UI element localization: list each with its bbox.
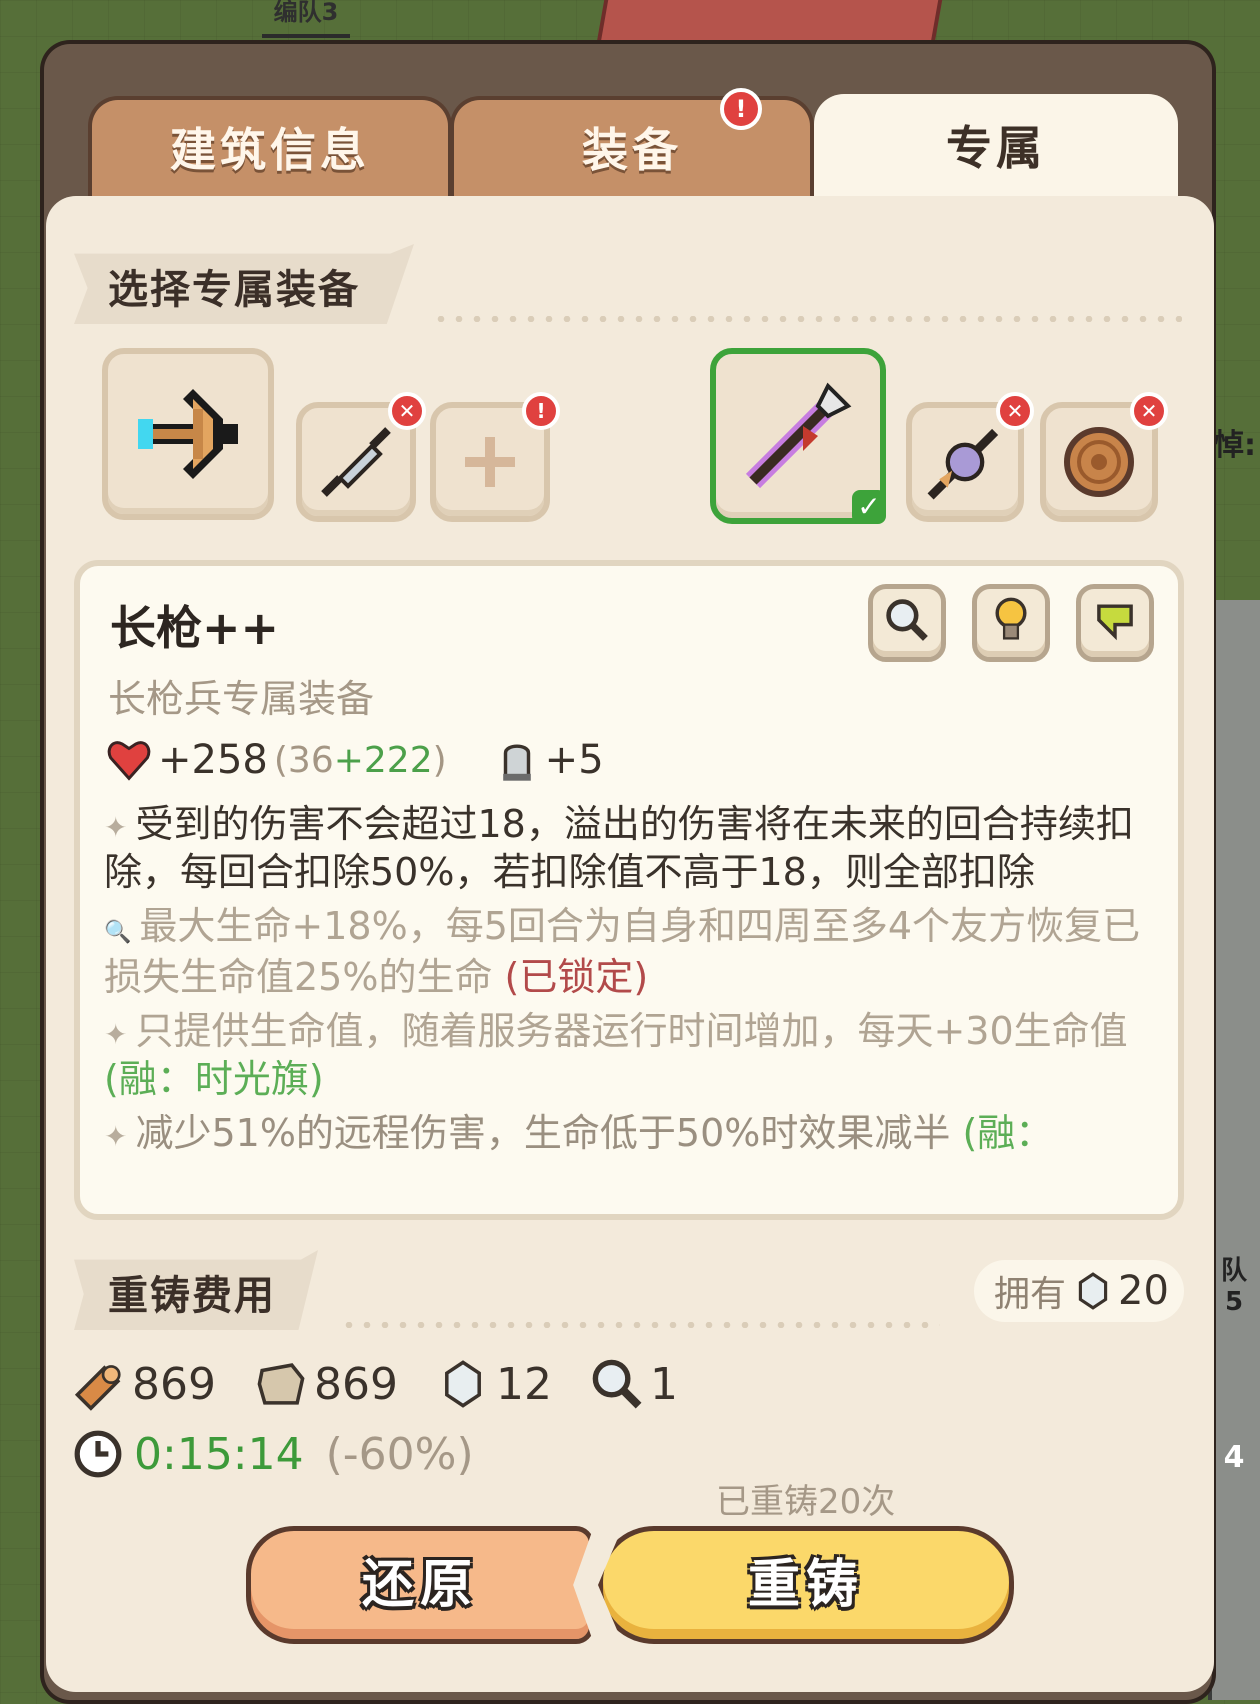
- hint-button[interactable]: [972, 584, 1050, 662]
- cost-gem: 12: [436, 1357, 552, 1411]
- remove-icon[interactable]: ✕: [1130, 392, 1168, 430]
- recast-button[interactable]: 重铸: [598, 1526, 1014, 1644]
- flag-spear-icon: [927, 428, 999, 500]
- effect-item-fused: ✦ 减少51%的远程伤害，生命低于50%时效果减半 (融：: [104, 1111, 1054, 1155]
- cost-row: 869 869 12 1: [72, 1354, 716, 1414]
- effect-item-locked: 🔍 最大生命+18%，每5回合为自身和四周至多4个友方恢复已损失生命值25%的生命…: [104, 904, 1141, 999]
- armor-bonus: +5: [544, 737, 604, 783]
- armor-icon: [502, 744, 531, 781]
- gem-icon: [1078, 1272, 1108, 1310]
- feather-spear-icon: [321, 427, 391, 497]
- team-tag: 编队3: [262, 0, 350, 38]
- clock-icon: [74, 1430, 122, 1478]
- hp-bonus: +258: [158, 737, 268, 783]
- map-digit: 4: [1223, 1440, 1245, 1475]
- own-value: 20: [1118, 1268, 1169, 1314]
- time-discount: (-60%): [325, 1428, 474, 1480]
- round-shield-icon: [1064, 427, 1134, 497]
- swap-button[interactable]: [1076, 584, 1154, 662]
- remove-icon[interactable]: ✕: [996, 392, 1034, 430]
- magnifier-icon: [592, 1359, 642, 1409]
- alert-icon: !: [720, 88, 762, 130]
- magnifier-icon: 🔍: [104, 920, 132, 945]
- item-subtitle: 长枪兵专属装备: [108, 677, 375, 721]
- effect-list: ✦ 受到的伤害不会超过18，溢出的伤害将在未来的回合持续扣除，每回合扣除50%，若…: [104, 802, 1156, 1169]
- long-spear-icon: [745, 382, 852, 489]
- equipment-info: 长枪++ 长枪兵专属装备 +258 (36+222) +5 ✦ 受到的伤害不会超过…: [74, 560, 1184, 1220]
- divider: [432, 316, 1182, 322]
- stat-row: +258 (36+222) +5: [106, 732, 604, 788]
- crossbow-icon: [138, 389, 238, 479]
- alert-icon: !: [522, 392, 560, 430]
- cost-wood: 869: [72, 1357, 216, 1411]
- slot-feather-spear[interactable]: ✕: [296, 392, 426, 522]
- magnifier-icon: [886, 599, 928, 642]
- divider: [340, 1322, 940, 1328]
- hp-detail: (36+222): [273, 739, 447, 781]
- tab-label: 专属: [946, 121, 1046, 175]
- effect-item-fused: ✦ 只提供生命值，随着服务器运行时间增加，每天+30生命值 (融：时光旗): [104, 1009, 1128, 1101]
- remove-icon[interactable]: ✕: [388, 392, 426, 430]
- owned-count: 拥有 20: [974, 1260, 1184, 1322]
- plus-icon: [465, 437, 515, 487]
- restore-button[interactable]: 还原: [246, 1526, 594, 1644]
- swap-icon: [1097, 604, 1133, 641]
- slot-empty[interactable]: !: [430, 392, 560, 522]
- gem-icon: [445, 1360, 481, 1408]
- slot-crossbow[interactable]: [102, 348, 274, 520]
- section-title: 选择专属装备: [74, 244, 414, 324]
- cost-magnifier: 1: [590, 1357, 678, 1411]
- own-label: 拥有: [994, 1274, 1067, 1315]
- recast-time: 0:15:14: [134, 1428, 304, 1480]
- inspect-button[interactable]: [868, 584, 946, 662]
- tab-label: 装备: [582, 123, 682, 177]
- stone-icon: [257, 1363, 305, 1405]
- section-title: 重铸费用: [74, 1250, 318, 1330]
- time-row: 0:15:14 (-60%): [72, 1424, 474, 1484]
- team-tag-right: 队5: [1220, 1256, 1247, 1317]
- map-label: 悼:: [1214, 428, 1256, 463]
- check-icon: ✓: [852, 490, 886, 524]
- item-name: 长枪++: [110, 601, 280, 655]
- slot-long-spear[interactable]: ✓: [710, 348, 886, 524]
- effect-item: ✦ 受到的伤害不会超过18，溢出的伤害将在未来的回合持续扣除，每回合扣除50%，若…: [104, 802, 1134, 894]
- map-wall: [1208, 600, 1260, 1700]
- tab-label: 建筑信息: [170, 123, 370, 177]
- lightbulb-icon: [995, 597, 1027, 640]
- heart-icon: [107, 741, 151, 781]
- slot-round-shield[interactable]: ✕: [1040, 392, 1168, 522]
- recast-count: 已重铸20次: [716, 1482, 896, 1522]
- cost-stone: 869: [254, 1357, 398, 1411]
- slot-flag-spear[interactable]: ✕: [906, 392, 1034, 522]
- wood-icon: [74, 1365, 121, 1411]
